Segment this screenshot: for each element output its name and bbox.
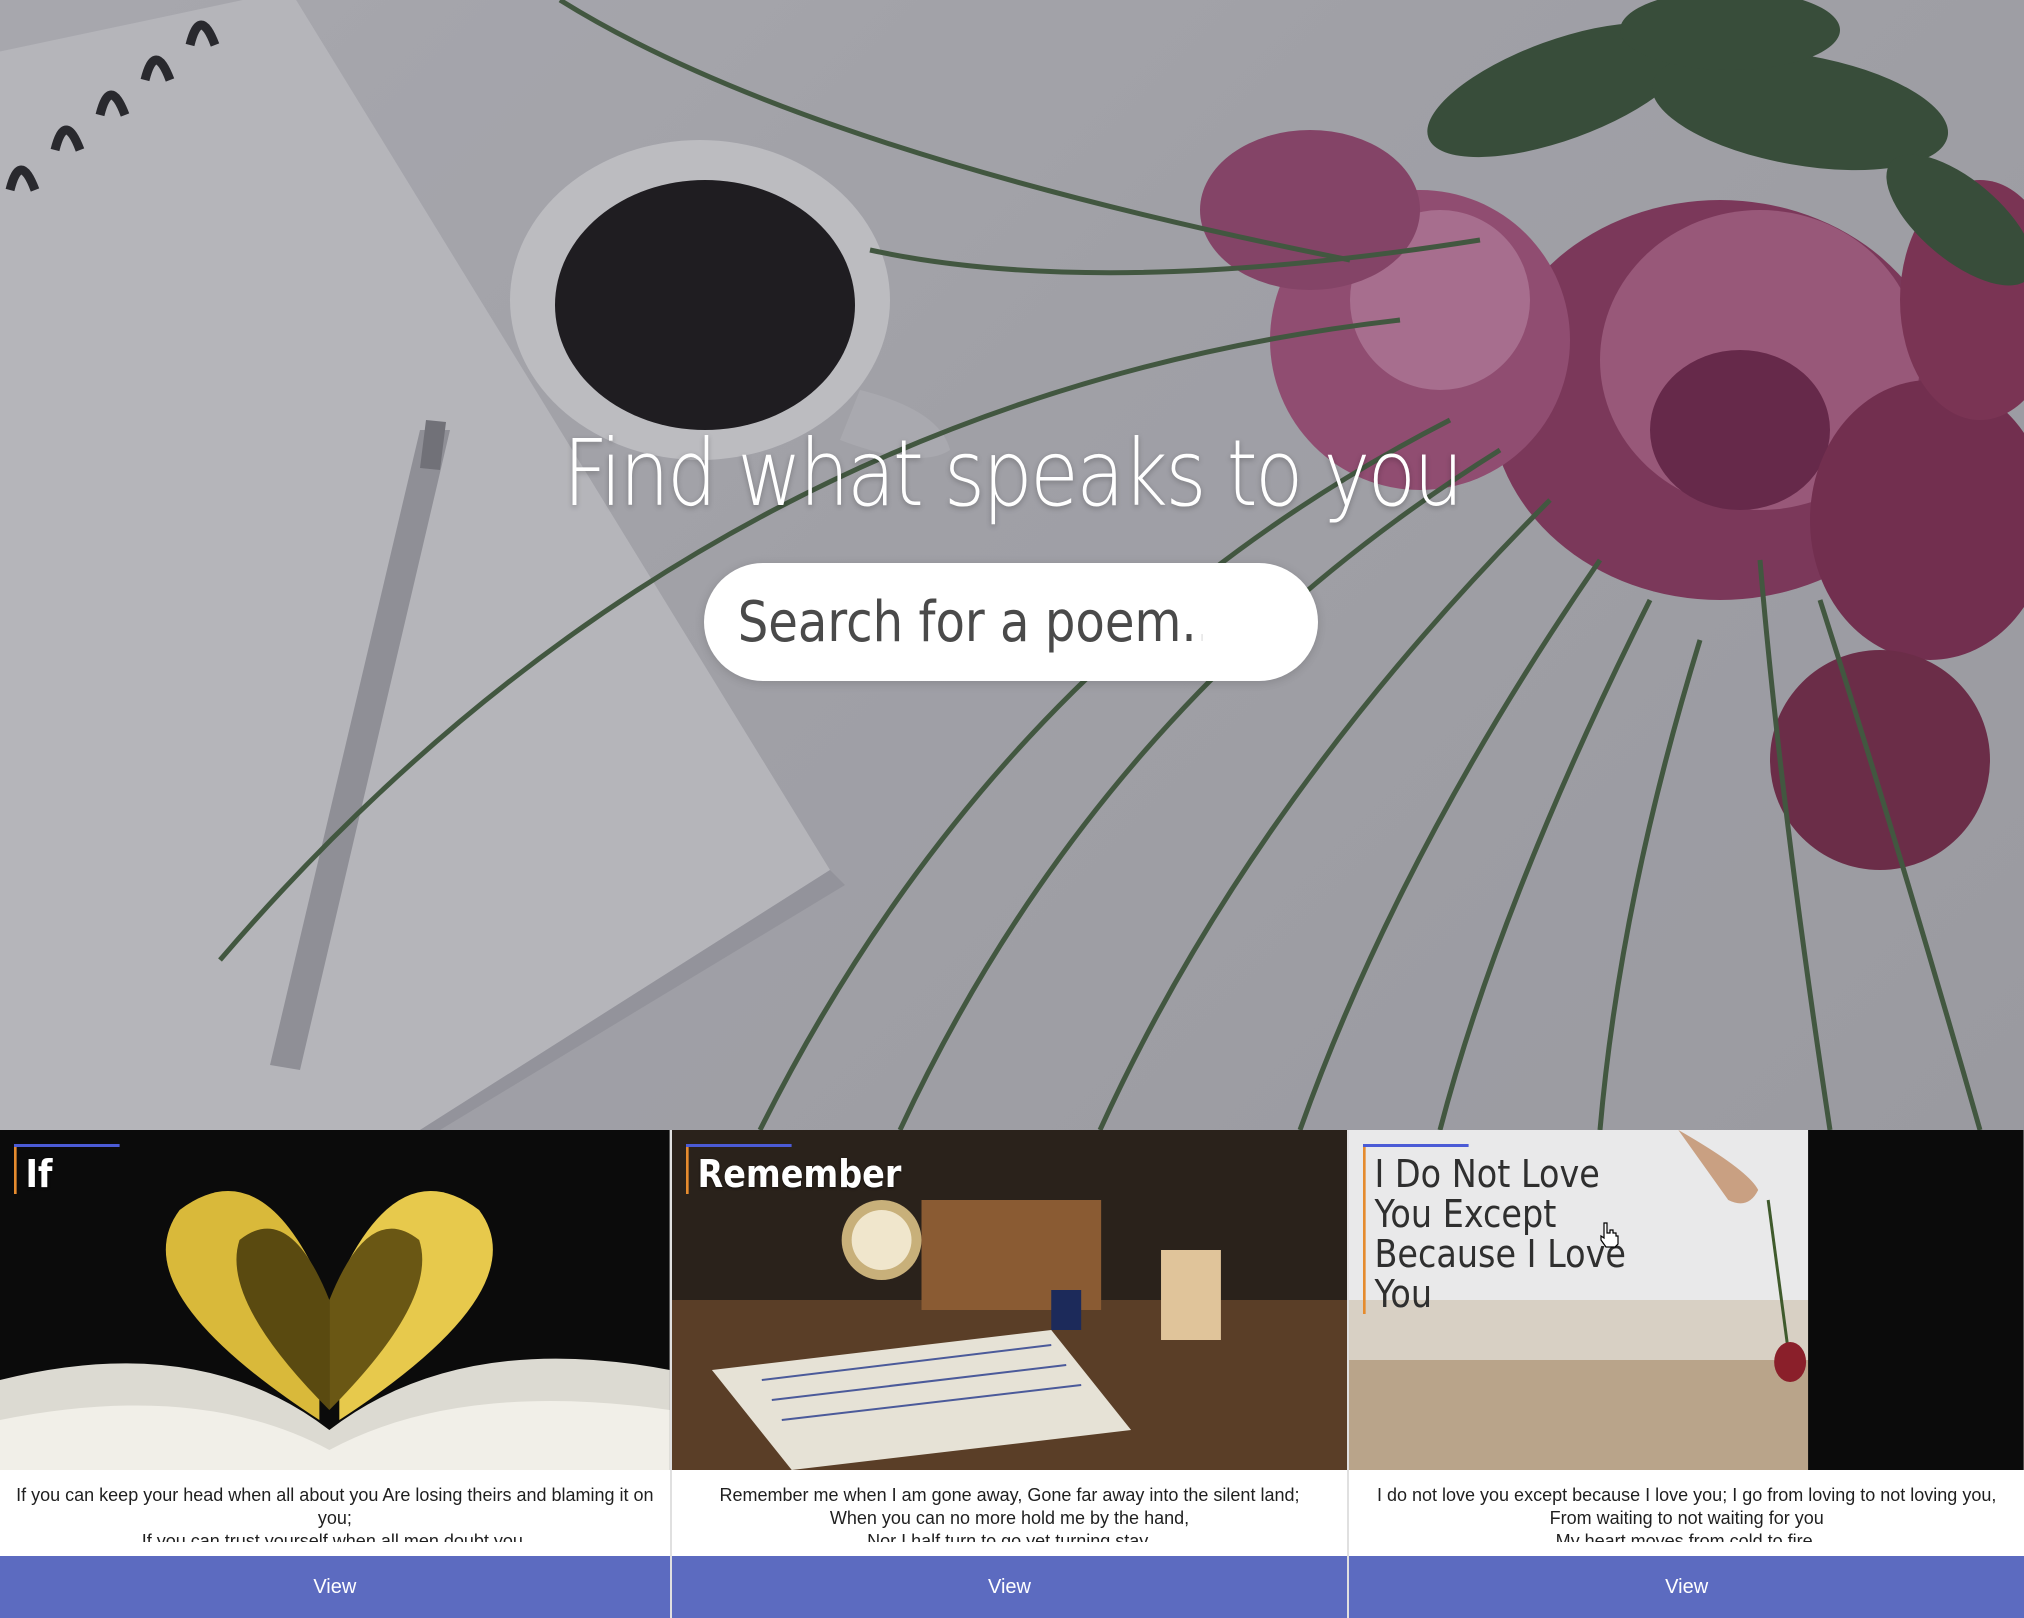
- view-button[interactable]: View: [1349, 1556, 2024, 1618]
- view-button[interactable]: View: [671, 1556, 1348, 1618]
- poem-card-remember[interactable]: Remember Remember me when I am gone away…: [671, 1130, 1350, 1618]
- excerpt-line: If you can keep your head when all about…: [16, 1485, 654, 1505]
- excerpt-line: Nor I half turn to go yet turning stay.: [867, 1531, 1152, 1542]
- excerpt-line: My heart moves from cold to fire.: [1555, 1531, 1818, 1542]
- card-title: If: [14, 1144, 119, 1194]
- card-excerpt: If you can keep your head when all about…: [0, 1470, 670, 1542]
- poem-cards: If If you can keep your head when all ab…: [0, 1130, 2024, 1618]
- poem-card-i-do-not-love-you[interactable]: I Do Not Love You Except Because I Love …: [1349, 1130, 2024, 1618]
- excerpt-line: you;: [317, 1508, 352, 1528]
- search-input[interactable]: [736, 576, 1204, 668]
- view-button[interactable]: View: [0, 1556, 670, 1618]
- card-excerpt: I do not love you except because I love …: [1349, 1470, 2024, 1542]
- excerpt-line: When you can no more hold me by the hand…: [829, 1508, 1190, 1528]
- excerpt-line: I do not love you except because I love …: [1376, 1485, 1997, 1505]
- excerpt-line: If you can trust yourself when all men d…: [141, 1531, 528, 1542]
- hero-title: Find what speaks to you: [562, 420, 1464, 527]
- pointer-cursor-icon: [1600, 1222, 1619, 1248]
- excerpt-line: From waiting to not waiting for you: [1549, 1508, 1824, 1528]
- card-excerpt: Remember me when I am gone away, Gone fa…: [671, 1470, 1348, 1542]
- search-box[interactable]: [704, 563, 1318, 681]
- card-image: [0, 1130, 670, 1470]
- excerpt-line: Remember me when I am gone away, Gone fa…: [719, 1485, 1300, 1505]
- poem-card-if[interactable]: If If you can keep your head when all ab…: [0, 1130, 672, 1618]
- hero-banner: Find what speaks to you: [0, 0, 2024, 1130]
- card-title: Remember: [685, 1144, 901, 1194]
